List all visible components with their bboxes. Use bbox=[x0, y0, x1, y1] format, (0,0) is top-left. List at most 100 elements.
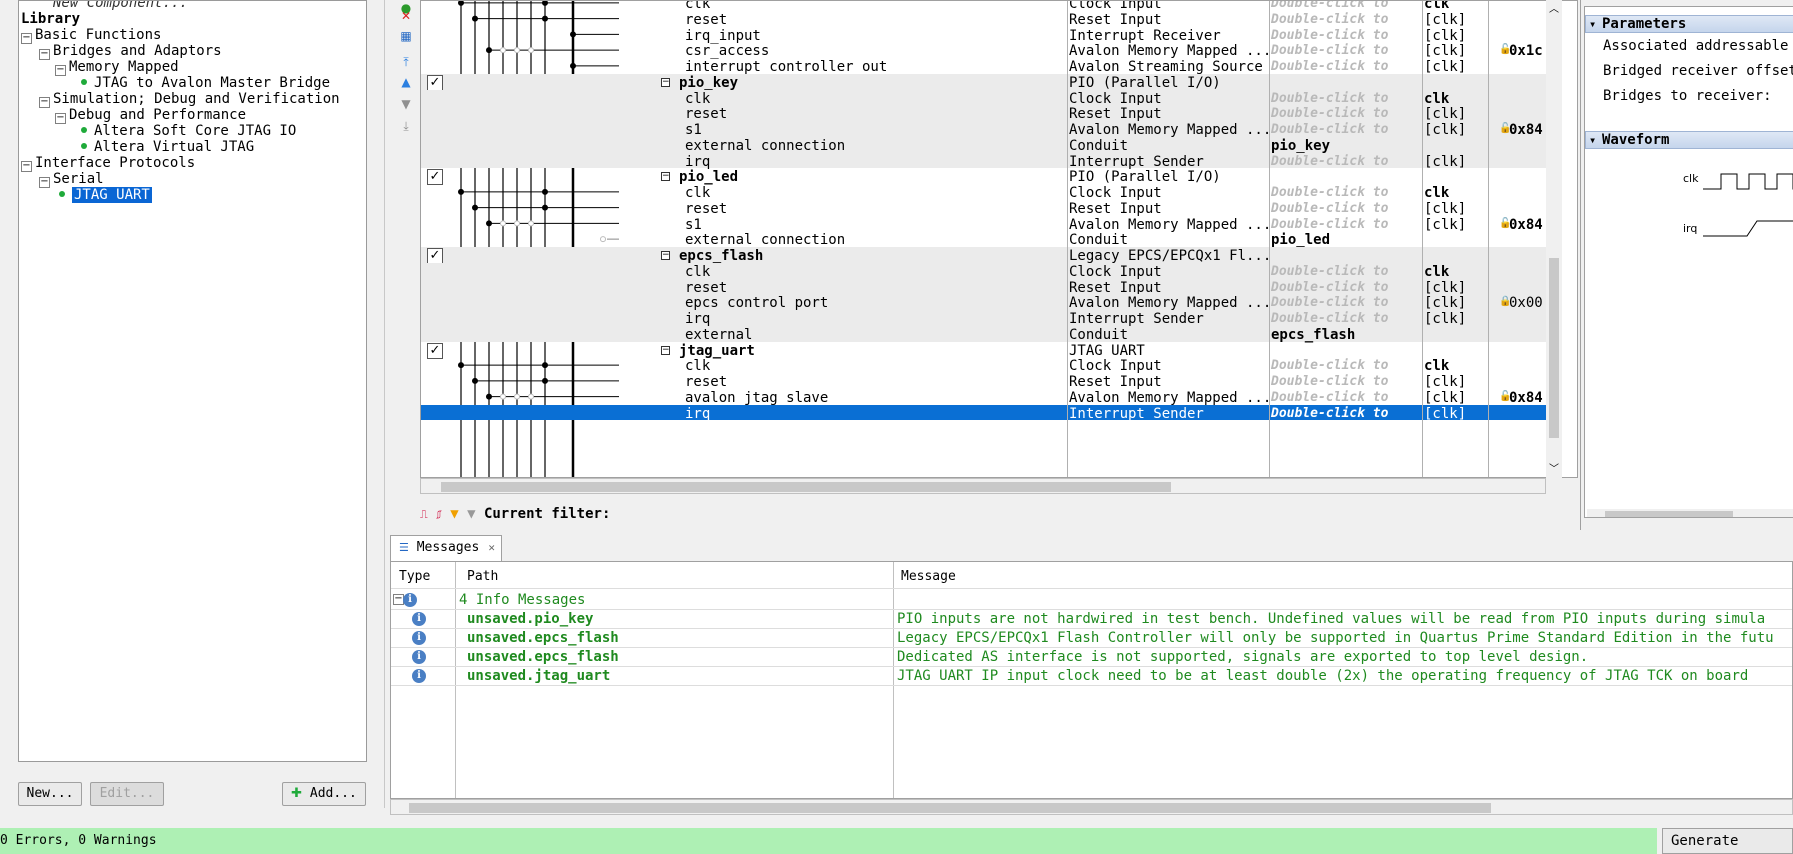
message-row[interactable]: i unsaved.epcs_flash Legacy EPCS/EPCQx1 Fl… bbox=[391, 629, 1792, 648]
edit-component-button[interactable]: Edit... bbox=[90, 782, 164, 806]
interface-row[interactable]: irq Interrupt Sender Double-click to [clk] bbox=[421, 310, 1547, 327]
filter-fit-icon[interactable]: ⎎ bbox=[436, 508, 442, 521]
scroll-thumb[interactable] bbox=[441, 482, 1171, 492]
export-cell[interactable]: Double-click to bbox=[1271, 405, 1421, 423]
interface-row[interactable]: irq Interrupt Sender Double-click to [clk] bbox=[421, 404, 1547, 423]
library-tree-item[interactable]: − Memory Mapped bbox=[55, 59, 179, 76]
component-row[interactable]: ✓ − pio_led PIO (Parallel I/O) bbox=[421, 168, 1547, 186]
move-up-icon[interactable]: ▲ bbox=[398, 74, 414, 90]
collapse-icon[interactable]: − bbox=[661, 172, 670, 182]
interface-row[interactable]: reset Reset Input Double-click to [clk] bbox=[421, 373, 1547, 390]
collapse-icon[interactable]: − bbox=[661, 345, 670, 355]
move-down-icon[interactable]: ▼ bbox=[398, 96, 414, 112]
collapse-icon[interactable]: − bbox=[21, 161, 32, 172]
scroll-thumb[interactable] bbox=[409, 803, 1491, 813]
new-component-button[interactable]: New... bbox=[18, 782, 82, 806]
interface-row[interactable]: clk Clock Input Double-click to clk bbox=[421, 184, 1547, 201]
interface-row[interactable]: irq Interrupt Sender Double-click to [clk] bbox=[421, 152, 1547, 170]
use-checkbox[interactable]: ✓ bbox=[427, 342, 443, 359]
params-horizontal-scrollbar[interactable] bbox=[1587, 509, 1793, 517]
move-bottom-icon[interactable]: ⤓ bbox=[398, 118, 414, 134]
component-row[interactable]: ✓ − epcs_flash Legacy EPCS/EPCQx1 Fl... bbox=[421, 247, 1547, 264]
interface-row[interactable]: reset Reset Input Double-click to [clk] bbox=[421, 200, 1547, 217]
unlock-icon[interactable]: 🔓 bbox=[1499, 218, 1511, 229]
library-tree-item[interactable]: − Basic Functions bbox=[21, 27, 161, 44]
messages-horizontal-scrollbar[interactable] bbox=[390, 799, 1793, 815]
library-tree-item[interactable]: Altera Soft Core JTAG IO bbox=[77, 123, 296, 139]
library-tree-item[interactable]: − Bridges and Adaptors bbox=[39, 43, 222, 60]
scroll-down-icon[interactable]: ﹀ bbox=[1549, 460, 1559, 475]
waveform-section-header[interactable]: Waveform bbox=[1585, 131, 1793, 149]
interface-row[interactable]: external Conduit epcs_flash bbox=[421, 325, 1547, 343]
collapse-icon[interactable]: − bbox=[21, 33, 32, 44]
interface-row[interactable]: interrupt_controller_out Avalon Streaming… bbox=[421, 58, 1547, 75]
close-tab-icon[interactable]: ✕ bbox=[488, 536, 495, 560]
interface-row[interactable]: irq_input Interrupt Receiver Double-click … bbox=[421, 27, 1547, 44]
collapse-icon[interactable]: − bbox=[39, 177, 50, 188]
interface-row[interactable]: clk Clock Input Double-click to clk bbox=[421, 262, 1547, 280]
use-checkbox[interactable]: ✓ bbox=[427, 248, 443, 264]
collapse-icon[interactable]: − bbox=[661, 251, 670, 260]
interface-row[interactable]: clk Clock Input Double-click to clk bbox=[421, 357, 1547, 374]
scroll-thumb[interactable] bbox=[1549, 258, 1559, 438]
waveform-diagram bbox=[1703, 173, 1793, 237]
library-tree-item[interactable]: − Serial bbox=[39, 171, 104, 188]
collapse-icon[interactable]: − bbox=[55, 113, 66, 124]
library-tree-item[interactable]: Altera Virtual JTAG bbox=[77, 139, 254, 155]
message-group-row[interactable]: − i 4 Info Messages bbox=[391, 588, 1792, 610]
table-horizontal-scrollbar[interactable] bbox=[420, 478, 1546, 494]
use-checkbox[interactable]: ✓ bbox=[427, 169, 443, 186]
clock-cell[interactable]: [clk] bbox=[1424, 405, 1484, 423]
library-tree-item[interactable]: − Debug and Performance bbox=[55, 107, 246, 124]
parameters-section-header[interactable]: Parameters bbox=[1585, 15, 1793, 33]
move-top-icon[interactable]: ⤒ bbox=[398, 54, 414, 70]
component-row[interactable]: ✓ − pio_key PIO (Parallel I/O) bbox=[421, 73, 1547, 91]
add-component-button[interactable]: ✚ Add... bbox=[282, 782, 366, 806]
interface-row[interactable]: external_connection Conduit pio_led bbox=[421, 231, 1547, 248]
messages-tab[interactable]: ☰ Messages ✕ bbox=[390, 535, 502, 561]
message-row[interactable]: i unsaved.epcs_flash Dedicated AS interfac… bbox=[391, 648, 1792, 667]
table-vertical-scrollbar[interactable]: ︿ ﹀ bbox=[1546, 0, 1562, 478]
library-tree-item[interactable]: JTAG to Avalon Master Bridge bbox=[77, 75, 330, 91]
library-truncated-item[interactable]: New Component... bbox=[53, 1, 188, 11]
lock-icon[interactable]: 🔒 bbox=[1499, 296, 1511, 307]
collapse-icon[interactable]: − bbox=[39, 97, 50, 108]
edit-icon[interactable]: ▦ bbox=[398, 28, 414, 44]
library-tree-item[interactable]: JTAG UART bbox=[55, 187, 152, 203]
library-tree-label: Serial bbox=[53, 171, 104, 187]
collapse-icon[interactable]: − bbox=[661, 77, 670, 87]
unlock-icon[interactable]: 🔓 bbox=[1499, 391, 1511, 402]
interface-row[interactable]: avalon_jtag_slave Avalon Memory Mapped ..… bbox=[421, 389, 1547, 406]
interface-row[interactable]: clk Clock Input Double-click to clk bbox=[421, 1, 1547, 12]
component-row[interactable]: ✓ − jtag_uart JTAG UART bbox=[421, 342, 1547, 359]
interface-row[interactable]: reset Reset Input Double-click to [clk] bbox=[421, 278, 1547, 296]
interface-row[interactable]: epcs_control_port Avalon Memory Mapped ..… bbox=[421, 294, 1547, 311]
library-tree-item[interactable]: − Interface Protocols bbox=[21, 155, 195, 172]
interface-row[interactable]: s1 Avalon Memory Mapped ... Double-click t… bbox=[421, 121, 1547, 138]
interface-row[interactable]: s1 Avalon Memory Mapped ... Double-click t… bbox=[421, 216, 1547, 233]
interface-row[interactable]: reset Reset Input Double-click to [clk] bbox=[421, 11, 1547, 28]
library-tree-item[interactable]: − Simulation; Debug and Verification bbox=[39, 91, 340, 108]
unlock-icon[interactable]: 🔓 bbox=[1499, 44, 1511, 55]
remove-icon[interactable]: ✕ bbox=[398, 8, 414, 24]
plus-icon: ✚ bbox=[291, 786, 303, 801]
unlock-icon[interactable]: 🔓 bbox=[1499, 123, 1511, 134]
interface-row[interactable]: external_connection Conduit pio_key bbox=[421, 136, 1547, 154]
interface-row[interactable]: reset Reset Input Double-click to [clk] bbox=[421, 105, 1547, 122]
info-icon: i bbox=[412, 669, 426, 683]
collapse-icon[interactable]: − bbox=[55, 65, 66, 76]
scroll-up-icon[interactable]: ︿ bbox=[1549, 0, 1559, 15]
current-filter-label: Current filter: bbox=[483, 506, 611, 522]
collapse-icon[interactable]: − bbox=[39, 49, 50, 60]
scroll-thumb[interactable] bbox=[1605, 511, 1733, 517]
message-row[interactable]: i unsaved.jtag_uart JTAG UART IP input clo… bbox=[391, 667, 1792, 686]
clear-filter-icon[interactable]: ▼ bbox=[467, 506, 475, 522]
generate-hdl-button[interactable]: Generate HDL... bbox=[1662, 828, 1793, 854]
use-checkbox[interactable]: ✓ bbox=[427, 74, 443, 91]
filter-funnel-icon[interactable]: ▼ bbox=[450, 506, 458, 522]
info-icon: i bbox=[412, 612, 426, 626]
interface-row[interactable]: csr_access Avalon Memory Mapped ... Double… bbox=[421, 42, 1547, 59]
message-row[interactable]: i unsaved.pio_key PIO inputs are not hardw… bbox=[391, 610, 1792, 629]
filter-signal-icon[interactable]: ⎍ bbox=[420, 508, 428, 521]
interface-row[interactable]: clk Clock Input Double-click to clk bbox=[421, 89, 1547, 107]
